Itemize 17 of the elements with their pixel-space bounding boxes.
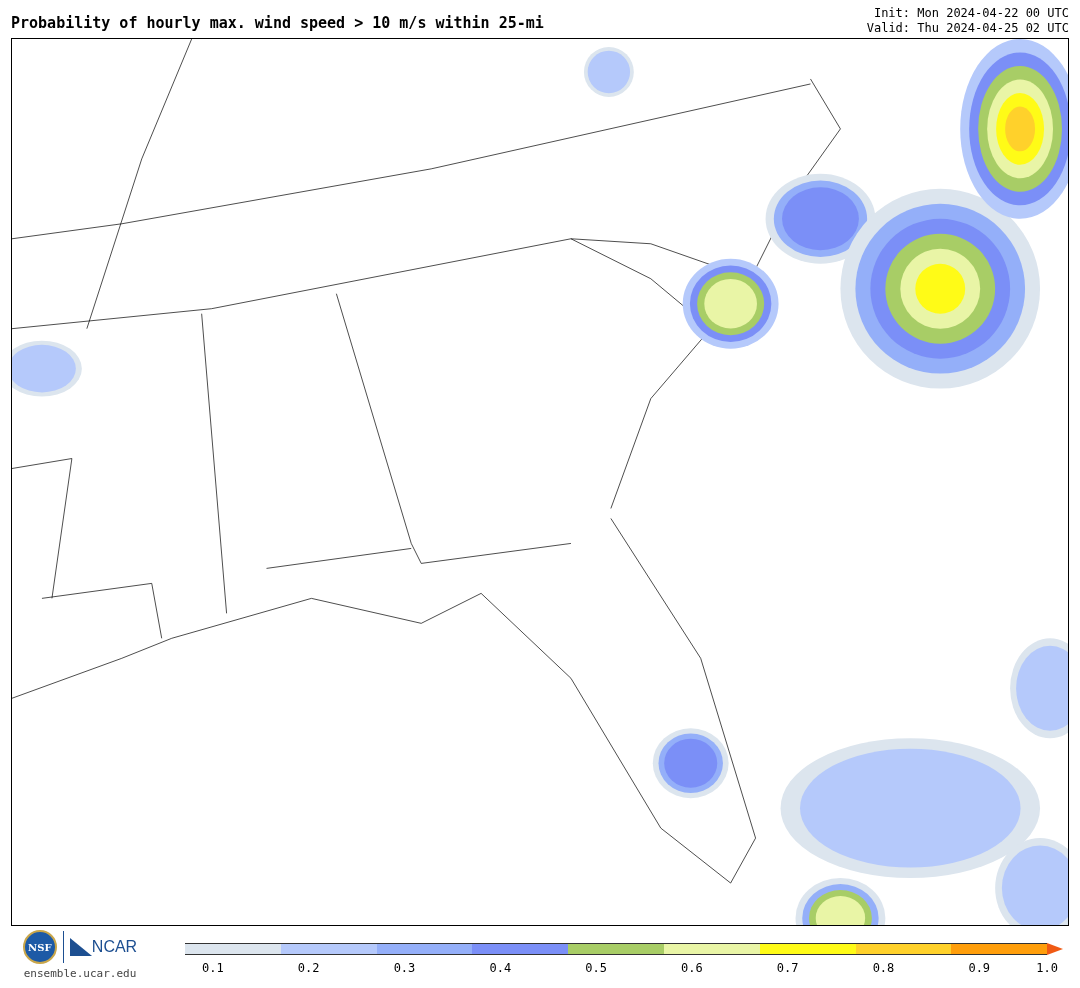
colorbar-tick-label: 0.2 [296, 960, 321, 977]
colorbar-tick-label: 0.3 [392, 960, 417, 977]
valid-time: Valid: Thu 2024-04-25 02 UTC [866, 21, 1069, 36]
colorbar-tick-label: 0.6 [680, 960, 704, 977]
colorbar-tick-label: 0.7 [775, 960, 800, 977]
colorbar-tick-label: 0.8 [871, 960, 896, 977]
map-title: Probability of hourly max. wind speed > 10 m/s within 25-mi [11, 12, 544, 34]
website-url: ensemble.ucar.edu [23, 966, 137, 982]
ncar-mark-icon [69, 938, 92, 956]
colorbar-tick-label: 1.0 [1035, 960, 1059, 977]
colorbar-tick-label: 0.4 [488, 960, 513, 977]
colorbar-tick-label: 0.1 [201, 960, 225, 977]
ncar-logo: NCAR [69, 935, 138, 959]
init-time: Init: Mon 2024-04-22 00 UTC [873, 6, 1069, 21]
colorbar-tick-label: 0.9 [967, 960, 992, 977]
colorbar-tick-label: 0.5 [584, 960, 608, 977]
nsf-logo: NSF [22, 930, 57, 964]
